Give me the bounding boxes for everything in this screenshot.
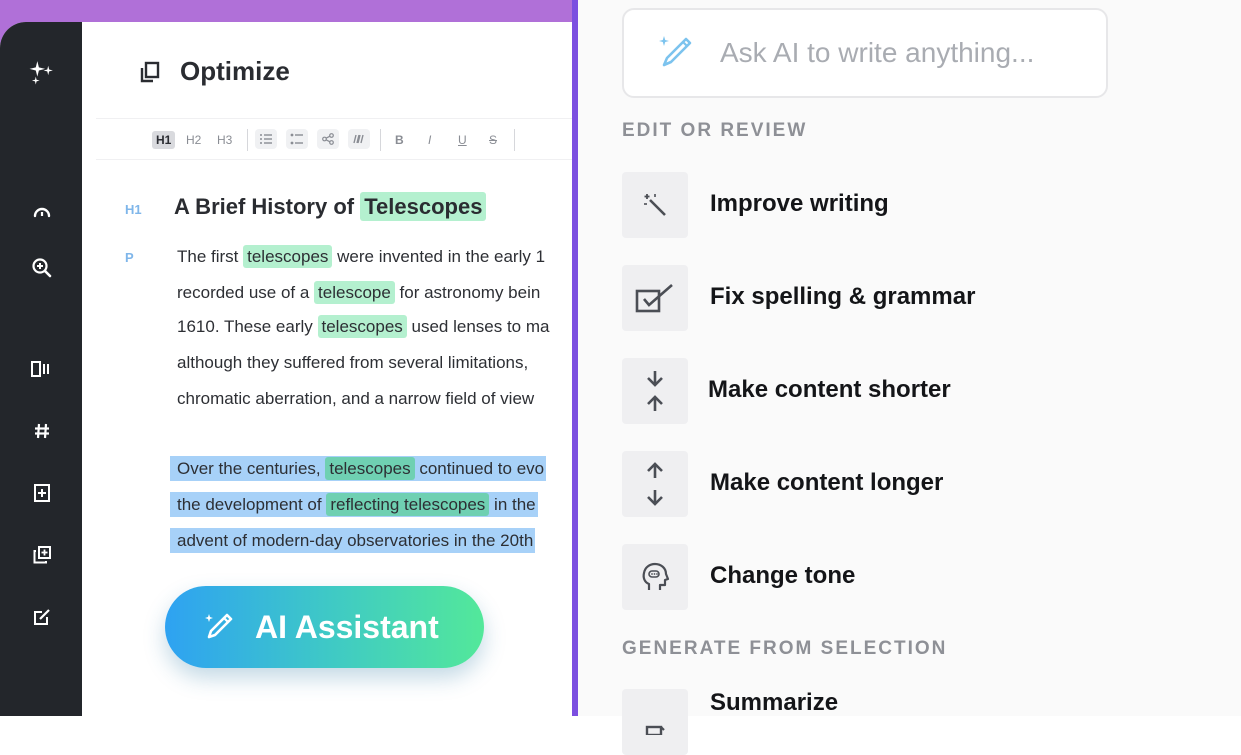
- italic-button[interactable]: I: [428, 131, 431, 149]
- magic-wand-icon: [644, 194, 666, 216]
- ai-assistant-label: AI Assistant: [255, 608, 439, 645]
- magic-pen-icon: [659, 36, 692, 67]
- document-heading: A Brief History of Telescopes: [174, 192, 487, 221]
- highlighted-keyword: reflecting telescopes: [326, 493, 490, 516]
- prompt-placeholder: Ask AI to write anything...: [720, 37, 1035, 68]
- option-label: Fix spelling & grammar: [710, 283, 976, 310]
- highlighted-keyword: telescope: [314, 281, 395, 304]
- h2-format-button[interactable]: H2: [186, 131, 201, 149]
- highlighted-keyword: telescopes: [243, 245, 333, 268]
- generate-heading: GENERATE FROM SELECTION: [622, 638, 948, 659]
- sparkles-logo-icon[interactable]: [28, 58, 56, 86]
- edit-review-heading: EDIT OR REVIEW: [622, 120, 808, 141]
- share-button[interactable]: [317, 129, 339, 149]
- h3-format-button[interactable]: H3: [217, 131, 232, 149]
- shorten-arrows-icon: [647, 371, 663, 411]
- document-icon: [645, 725, 665, 735]
- option-label: Make content shorter: [708, 376, 951, 403]
- lengthen-arrows-icon: [647, 462, 663, 506]
- improve-writing-option[interactable]: Improve writing: [622, 172, 1222, 238]
- h1-format-button[interactable]: H1: [152, 131, 176, 149]
- text-run: Over the centuries,: [177, 459, 326, 478]
- make-longer-option[interactable]: Make content longer: [622, 451, 1222, 517]
- bullet-list-button[interactable]: [286, 129, 308, 149]
- editor-window: Optimize H1 H2 H3 B I U S H1 A Brief His…: [0, 22, 574, 716]
- option-label: Change tone: [710, 562, 856, 589]
- selected-line: Over the centuries, telescopes continued…: [170, 456, 547, 481]
- formatting-toolbar: H1 H2 H3 B I U S: [96, 118, 574, 160]
- paragraph-line: 1610. These early telescopes used lenses…: [177, 315, 550, 338]
- selection-run: the development of reflecting telescopes…: [170, 492, 538, 517]
- summarize-option[interactable]: Summarize: [622, 689, 1222, 755]
- selected-line: advent of modern-day observatories in th…: [170, 528, 536, 553]
- ai-command-panel: Ask AI to write anything... EDIT OR REVI…: [578, 0, 1241, 755]
- toolbar-divider: [514, 129, 515, 151]
- highlighted-keyword: telescopes: [325, 457, 415, 480]
- edit-note-icon[interactable]: [28, 603, 56, 631]
- copy-doc-icon: [140, 61, 160, 82]
- text-run: the development of: [177, 495, 327, 514]
- change-tone-option[interactable]: Change tone: [622, 544, 1222, 610]
- selection-run: Over the centuries, telescopes continued…: [170, 456, 547, 481]
- text-run: 1610. These early: [177, 317, 318, 336]
- text-run: used lenses to ma: [406, 317, 550, 336]
- toolbar-divider: [247, 129, 248, 151]
- text-run: recorded use of a: [177, 283, 315, 302]
- toolbar-divider: [380, 129, 381, 151]
- ai-prompt-input[interactable]: Ask AI to write anything...: [622, 8, 1108, 98]
- strikethrough-button[interactable]: S: [489, 131, 497, 149]
- zoom-in-icon[interactable]: [28, 254, 56, 282]
- selected-line: the development of reflecting telescopes…: [170, 492, 538, 517]
- ordered-list-button[interactable]: [255, 129, 277, 149]
- heading-text: A Brief History of: [174, 194, 361, 219]
- dashboard-gauge-icon[interactable]: [28, 198, 56, 226]
- option-label: Make content longer: [710, 469, 944, 496]
- text-run: continued to evo: [414, 459, 545, 478]
- magic-pen-icon: [205, 613, 233, 639]
- document-title: Optimize: [180, 56, 290, 86]
- editor-area: Optimize H1 H2 H3 B I U S H1 A Brief His…: [82, 22, 574, 716]
- duplicate-icon[interactable]: [28, 541, 56, 569]
- paragraph-line: although they suffered from several limi…: [177, 353, 529, 372]
- underline-button[interactable]: U: [458, 131, 467, 149]
- add-page-icon[interactable]: [28, 479, 56, 507]
- ordered-list-icon: [260, 134, 272, 144]
- option-label: Improve writing: [710, 190, 889, 217]
- paragraph-line: chromatic aberration, and a narrow field…: [177, 389, 535, 408]
- checkbox-icon: [635, 284, 673, 313]
- quote-icon: [353, 134, 364, 144]
- heading-block-label: H1: [125, 202, 142, 217]
- ai-assistant-button[interactable]: AI Assistant: [165, 586, 484, 668]
- text-run: in the: [489, 495, 536, 514]
- paragraph-line: recorded use of a telescope for astronom…: [177, 281, 541, 304]
- option-label: Summarize: [710, 689, 839, 716]
- fix-spelling-option[interactable]: Fix spelling & grammar: [622, 265, 1222, 331]
- bold-button[interactable]: B: [395, 131, 404, 149]
- head-speech-icon: [642, 562, 670, 590]
- highlighted-keyword: telescopes: [317, 315, 407, 338]
- selection-run: advent of modern-day observatories in th…: [170, 528, 536, 553]
- hashtag-icon[interactable]: [28, 417, 56, 445]
- text-run: The first: [177, 247, 244, 266]
- share-icon: [322, 133, 334, 145]
- paragraph-line: The first telescopes were invented in th…: [177, 245, 546, 268]
- quote-button[interactable]: [348, 129, 370, 149]
- text-run: for astronomy bein: [394, 283, 541, 302]
- make-shorter-option[interactable]: Make content shorter: [622, 358, 1222, 424]
- text-run: were invented in the early 1: [332, 247, 546, 266]
- left-rail: [0, 22, 82, 716]
- columns-layout-icon[interactable]: [28, 355, 56, 383]
- bullet-list-icon: [290, 133, 303, 145]
- paragraph-block-label: P: [125, 250, 134, 265]
- highlighted-keyword: Telescopes: [360, 192, 487, 221]
